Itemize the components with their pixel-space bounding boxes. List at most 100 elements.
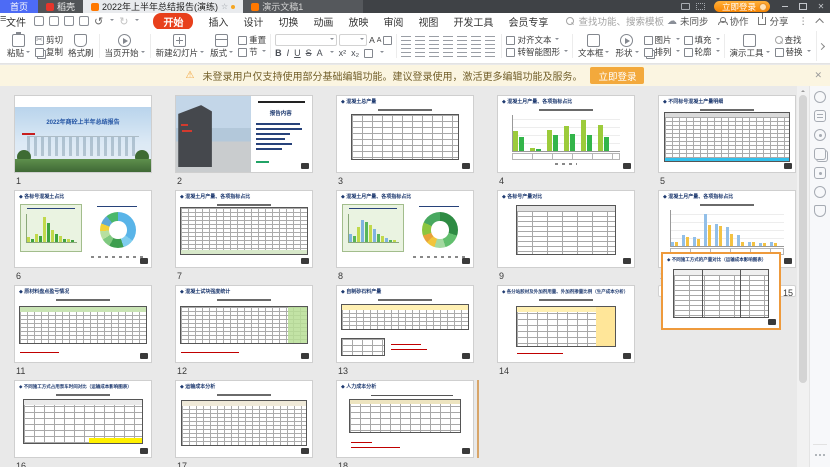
textbox-button[interactable]: 文本框 xyxy=(577,32,611,61)
slide-thumbnail-12[interactable]: ◆ 混凝土试块强度统计 12 xyxy=(175,285,313,380)
notice-login-button[interactable]: 立即登录 xyxy=(590,67,644,84)
slide-thumbnail-8[interactable]: ◆ 混凝土月产量、各项指标占比 xyxy=(336,190,474,285)
slide-thumbnail-15-selected[interactable]: ◆ 不同施工方式的产量对比（运输成本影响图表） 15 xyxy=(658,285,796,297)
align-left-icon[interactable] xyxy=(401,48,411,57)
numbered-list-icon[interactable] xyxy=(415,36,425,45)
tab-document-2[interactable]: 演示文稿1 xyxy=(243,0,363,13)
clear-format-icon[interactable] xyxy=(383,36,392,45)
outline-button[interactable]: 轮廓 xyxy=(684,46,720,58)
play-from-current-button[interactable]: 当页开始 xyxy=(104,32,146,61)
scrollbar-thumb[interactable] xyxy=(799,95,807,383)
shapes-button[interactable]: 形状 xyxy=(614,32,639,61)
slide-thumbnail-17[interactable]: ◆ 运输成本分析 17 xyxy=(175,380,313,467)
maximize-button[interactable] xyxy=(794,0,812,13)
find-button[interactable]: 查找 xyxy=(775,34,811,46)
bullet-list-icon[interactable] xyxy=(401,36,411,45)
increase-font-icon[interactable]: A xyxy=(369,35,375,45)
numbering-icon[interactable] xyxy=(471,48,481,57)
slide-thumbnail-2[interactable]: 报告内容 2 xyxy=(175,95,313,190)
slide-thumbnail-6[interactable]: ◆ 各标号混凝土占比 xyxy=(14,190,152,285)
reset-button[interactable]: 重置 xyxy=(238,34,266,46)
page-badge xyxy=(784,258,792,264)
align-text-label: 对齐文本 xyxy=(517,34,551,46)
sidebar-more-icon[interactable] xyxy=(815,454,825,456)
underline-button[interactable]: U xyxy=(294,48,301,58)
decrease-indent-icon[interactable] xyxy=(429,36,439,45)
minimize-button[interactable] xyxy=(776,0,794,13)
font-family-select[interactable] xyxy=(275,34,337,46)
slide-thumbnail-9[interactable]: ◆ 各标号产量对比 9 xyxy=(497,190,635,285)
bold-button[interactable]: B xyxy=(275,48,282,58)
slide-thumbnail-16[interactable]: ◆ 不同施工方式占用泵车时间对比（运输成本影响图表） 16 xyxy=(14,380,152,467)
align-center-icon[interactable] xyxy=(415,48,425,57)
replace-button[interactable]: 替换 xyxy=(775,46,811,58)
file-menu[interactable]: ≡ 文件 xyxy=(6,14,26,29)
text-direction-icon[interactable] xyxy=(471,36,481,45)
tab-home[interactable]: 首页 xyxy=(0,0,38,13)
increase-indent-icon[interactable] xyxy=(443,36,453,45)
notice-close-icon[interactable]: ✕ xyxy=(814,70,822,81)
cut-button[interactable]: 剪切 xyxy=(35,34,63,46)
presentation-tools-button[interactable]: 演示工具 xyxy=(729,32,771,61)
align-text-button[interactable]: 对齐文本 xyxy=(506,34,568,46)
fill-button[interactable]: 填充 xyxy=(684,34,720,46)
subscript-button[interactable]: x₂ xyxy=(351,48,359,58)
slide-thumbnail-4[interactable]: ◆ 混凝土月产量、各项指标占比 4 xyxy=(497,95,635,190)
justify-icon[interactable] xyxy=(443,48,453,57)
slide-thumbnail-5[interactable]: ◆ 不同标号混凝土产量明细 5 xyxy=(658,95,796,190)
paragraph-settings-icon[interactable] xyxy=(485,48,495,57)
slide-thumbnail-13[interactable]: ◆ 自制砂石料产量 13 xyxy=(336,285,474,380)
page-badge xyxy=(462,258,470,264)
workspace-icon[interactable] xyxy=(696,3,705,10)
decrease-font-icon[interactable]: A xyxy=(377,37,382,44)
tab-document-title: 2022年上半年总结报告(演练) xyxy=(102,0,218,13)
history-icon[interactable] xyxy=(814,186,826,198)
slide-thumbnail-11[interactable]: ◆ 原材料盘点盈亏情况 11 xyxy=(14,285,152,380)
new-slide-button[interactable]: 新建幻灯片 xyxy=(155,32,206,61)
ribbon-expand-button[interactable] xyxy=(816,31,826,61)
font-size-select[interactable] xyxy=(339,34,367,46)
picture-button[interactable]: 图片 xyxy=(644,34,680,46)
wps-ai-icon[interactable] xyxy=(814,91,826,103)
arrange-button[interactable]: 排列 xyxy=(644,46,680,58)
align-right-icon[interactable] xyxy=(429,48,439,57)
font-color-button[interactable]: A xyxy=(317,48,323,58)
properties-icon[interactable] xyxy=(814,110,826,122)
slide-thumbnail-3[interactable]: ◆ 混凝土总产量 3 xyxy=(336,95,474,190)
vertical-scrollbar[interactable] xyxy=(797,86,809,467)
layout-button[interactable]: 版式 xyxy=(209,32,234,61)
paste-button[interactable]: 粘贴 xyxy=(6,32,31,61)
strikethrough-button[interactable]: S xyxy=(306,48,312,58)
security-icon[interactable] xyxy=(814,205,826,217)
close-button[interactable]: ✕ xyxy=(812,0,830,13)
highlight-button[interactable] xyxy=(364,49,373,58)
slide-number: 7 xyxy=(175,268,313,281)
copy-button[interactable]: 复制 xyxy=(35,46,63,58)
tab-list-icon[interactable] xyxy=(681,3,690,10)
columns-icon[interactable] xyxy=(485,36,495,45)
distribute-icon[interactable] xyxy=(457,48,467,57)
tab-document-active[interactable]: 2022年上半年总结报告(演练) ☆ xyxy=(83,0,243,13)
page-badge xyxy=(784,163,792,169)
slide-title: ◆ 不同施工方式占用泵车时间对比（运输成本影响图表） xyxy=(15,381,151,390)
paragraph-tools[interactable] xyxy=(401,36,497,57)
x-axis-labels xyxy=(512,153,621,160)
scroll-up-icon[interactable] xyxy=(801,88,805,92)
italic-button[interactable]: I xyxy=(287,48,290,58)
superscript-button[interactable]: x² xyxy=(339,48,347,58)
tab-docer[interactable]: 稻壳 xyxy=(38,0,83,13)
favorite-star-icon[interactable]: ☆ xyxy=(221,2,228,11)
slide-thumbnail-14[interactable]: ◆ 各分站胶材及外加剂用量、外加剂掺量比例（生产成本分析） 14 xyxy=(497,285,635,380)
convert-smartart-button[interactable]: 转智能图形 xyxy=(506,46,568,58)
section-button[interactable]: 节 xyxy=(238,46,266,58)
format-painter-button[interactable]: 格式刷 xyxy=(67,32,95,61)
image-tools-icon[interactable] xyxy=(814,167,826,179)
slide-thumbnail-7[interactable]: ◆ 混凝土月产量、各项指标占比 7 xyxy=(175,190,313,285)
slide-title: ◆ 不同施工方式的产量对比（运输成本影响图表） xyxy=(663,254,779,263)
smart-assist-icon[interactable] xyxy=(814,129,826,141)
line-spacing-icon[interactable] xyxy=(457,36,467,45)
login-button[interactable]: 立即登录 xyxy=(714,1,770,12)
slide-thumbnail-18[interactable]: ◆ 人力成本分析 18 xyxy=(336,380,474,467)
template-library-icon[interactable] xyxy=(814,148,826,160)
slide-thumbnail-1[interactable]: DONGDA 东达 2022年商砼上半年总结报告 1 xyxy=(14,95,152,190)
